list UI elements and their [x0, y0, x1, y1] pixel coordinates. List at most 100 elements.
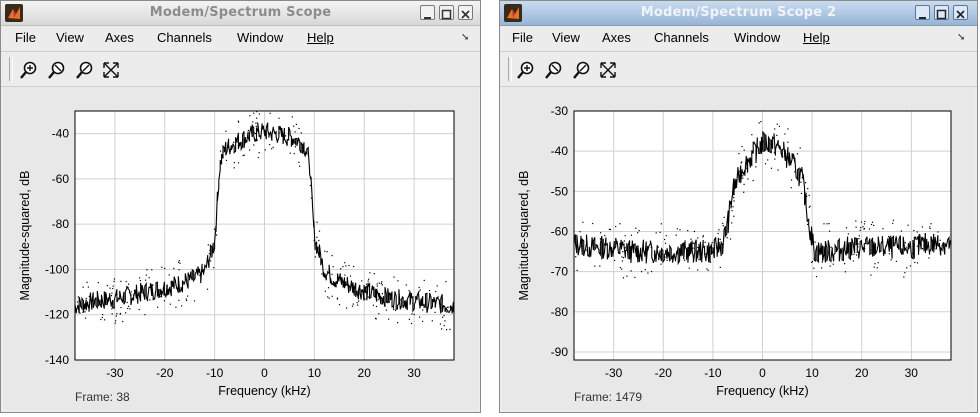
spectrum-sample-dot — [381, 281, 383, 283]
spectrum-sample-dot — [434, 311, 436, 313]
menu-channels[interactable]: Channels — [654, 30, 709, 45]
spectrum-sample-dot — [228, 147, 230, 149]
spectrum-sample-dot — [903, 276, 905, 278]
spectrum-sample-dot — [431, 320, 433, 322]
spectrum-sample-dot — [331, 295, 333, 297]
spectrum-sample-dot — [929, 226, 931, 228]
spectrum-sample-dot — [375, 305, 378, 308]
spectrum-sample-dot — [882, 228, 884, 230]
spectrum-sample-dot — [439, 323, 441, 325]
menu-help[interactable]: Help — [307, 30, 334, 45]
spectrum-sample-dot — [385, 309, 387, 311]
title-bar[interactable]: Modem/Spectrum Scope 2 — [500, 1, 977, 26]
menu-channels[interactable]: Channels — [157, 30, 212, 45]
menu-window[interactable]: Window — [237, 30, 283, 45]
title-bar[interactable]: Modem/Spectrum Scope — [1, 1, 480, 26]
toolbar-grip[interactable] — [508, 57, 512, 81]
close-button[interactable] — [458, 5, 473, 20]
spectrum-sample-dot — [435, 299, 437, 301]
menu-axes[interactable]: Axes — [105, 30, 134, 45]
spectrum-sample-dot — [377, 299, 379, 301]
spectrum-sample-dot — [711, 241, 713, 244]
maximize-button[interactable] — [439, 5, 454, 20]
spectrum-sample-dot — [604, 243, 606, 245]
spectrum-sample-dot — [425, 307, 427, 309]
spectrum-sample-dot — [169, 287, 171, 289]
minimize-button[interactable] — [420, 5, 435, 20]
spectrum-sample-dot — [665, 235, 667, 237]
spectrum-sample-dot — [801, 176, 803, 179]
autoscale-icon[interactable] — [101, 60, 121, 80]
spectrum-sample-dot — [381, 284, 383, 286]
menu-window[interactable]: Window — [734, 30, 780, 45]
spectrum-sample-dot — [318, 230, 321, 232]
spectrum-sample-dot — [316, 221, 318, 223]
spectrum-sample-dot — [389, 293, 392, 295]
spectrum-sample-dot — [921, 239, 923, 241]
zoom-in-icon[interactable] — [19, 60, 39, 80]
spectrum-chart[interactable]: -30 -20 -10 0 10 20 30-140-120-100-80-60-40Fre… — [3, 87, 480, 412]
menu-view[interactable]: View — [552, 30, 580, 45]
spectrum-sample-dot — [272, 146, 274, 148]
spectrum-sample-dot — [746, 165, 748, 167]
close-button[interactable] — [953, 5, 968, 20]
spectrum-sample-dot — [787, 141, 789, 143]
spectrum-sample-dot — [358, 300, 360, 302]
minimize-button[interactable] — [915, 5, 930, 20]
spectrum-sample-dot — [657, 246, 659, 248]
spectrum-sample-dot — [776, 134, 778, 136]
dock-arrow-icon[interactable]: ➘ — [957, 32, 965, 43]
spectrum-sample-dot — [650, 246, 652, 248]
spectrum-sample-dot — [937, 231, 939, 233]
spectrum-sample-dot — [76, 301, 79, 303]
menu-file[interactable]: File — [15, 30, 36, 45]
zoom-x-icon[interactable] — [544, 60, 564, 80]
spectrum-sample-dot — [361, 280, 363, 282]
spectrum-sample-dot — [342, 266, 344, 268]
menu-help[interactable]: Help — [803, 30, 830, 45]
spectrum-sample-dot — [87, 286, 89, 288]
spectrum-sample-dot — [441, 328, 443, 330]
menu-view[interactable]: View — [56, 30, 84, 45]
spectrum-sample-dot — [890, 241, 892, 243]
spectrum-sample-dot — [869, 249, 871, 251]
spectrum-sample-dot — [175, 306, 177, 308]
spectrum-sample-dot — [738, 153, 740, 155]
maximize-button[interactable] — [934, 5, 949, 20]
spectrum-sample-dot — [661, 253, 663, 255]
spectrum-sample-dot — [255, 122, 257, 124]
zoom-y-icon[interactable] — [75, 60, 95, 80]
spectrum-sample-dot — [860, 227, 862, 229]
spectrum-sample-dot — [813, 267, 815, 269]
spectrum-sample-dot — [375, 318, 377, 320]
spectrum-sample-dot — [651, 270, 653, 273]
spectrum-sample-dot — [443, 315, 445, 317]
spectrum-sample-dot — [149, 299, 151, 301]
spectrum-sample-dot — [743, 183, 745, 185]
spectrum-sample-dot — [110, 295, 113, 297]
menu-file[interactable]: File — [512, 30, 533, 45]
zoom-in-icon[interactable] — [516, 60, 536, 80]
toolbar-grip[interactable] — [9, 57, 13, 81]
spectrum-sample-dot — [170, 281, 172, 283]
spectrum-sample-dot — [233, 141, 235, 143]
zoom-y-icon[interactable] — [572, 60, 592, 80]
spectrum-chart[interactable]: -30 -20 -10 0 10 20 30 -90 -80 -70 -60 -50 -40 -30 Fre… — [502, 87, 977, 412]
autoscale-icon[interactable] — [598, 60, 618, 80]
dock-arrow-icon[interactable]: ➘ — [461, 32, 469, 43]
spectrum-sample-dot — [285, 135, 287, 137]
spectrum-sample-dot — [666, 259, 668, 261]
spectrum-sample-dot — [256, 139, 258, 141]
menu-axes[interactable]: Axes — [602, 30, 631, 45]
spectrum-sample-dot — [747, 178, 749, 180]
spectrum-sample-dot — [790, 179, 793, 181]
spectrum-sample-dot — [909, 265, 911, 267]
spectrum-sample-dot — [133, 289, 136, 291]
spectrum-sample-dot — [709, 247, 711, 249]
spectrum-sample-dot — [207, 244, 209, 246]
spectrum-sample-dot — [655, 232, 657, 234]
maximize-icon — [441, 9, 452, 20]
spectrum-sample-dot — [225, 130, 227, 132]
spectrum-sample-dot — [345, 265, 347, 267]
zoom-x-icon[interactable] — [47, 60, 67, 80]
